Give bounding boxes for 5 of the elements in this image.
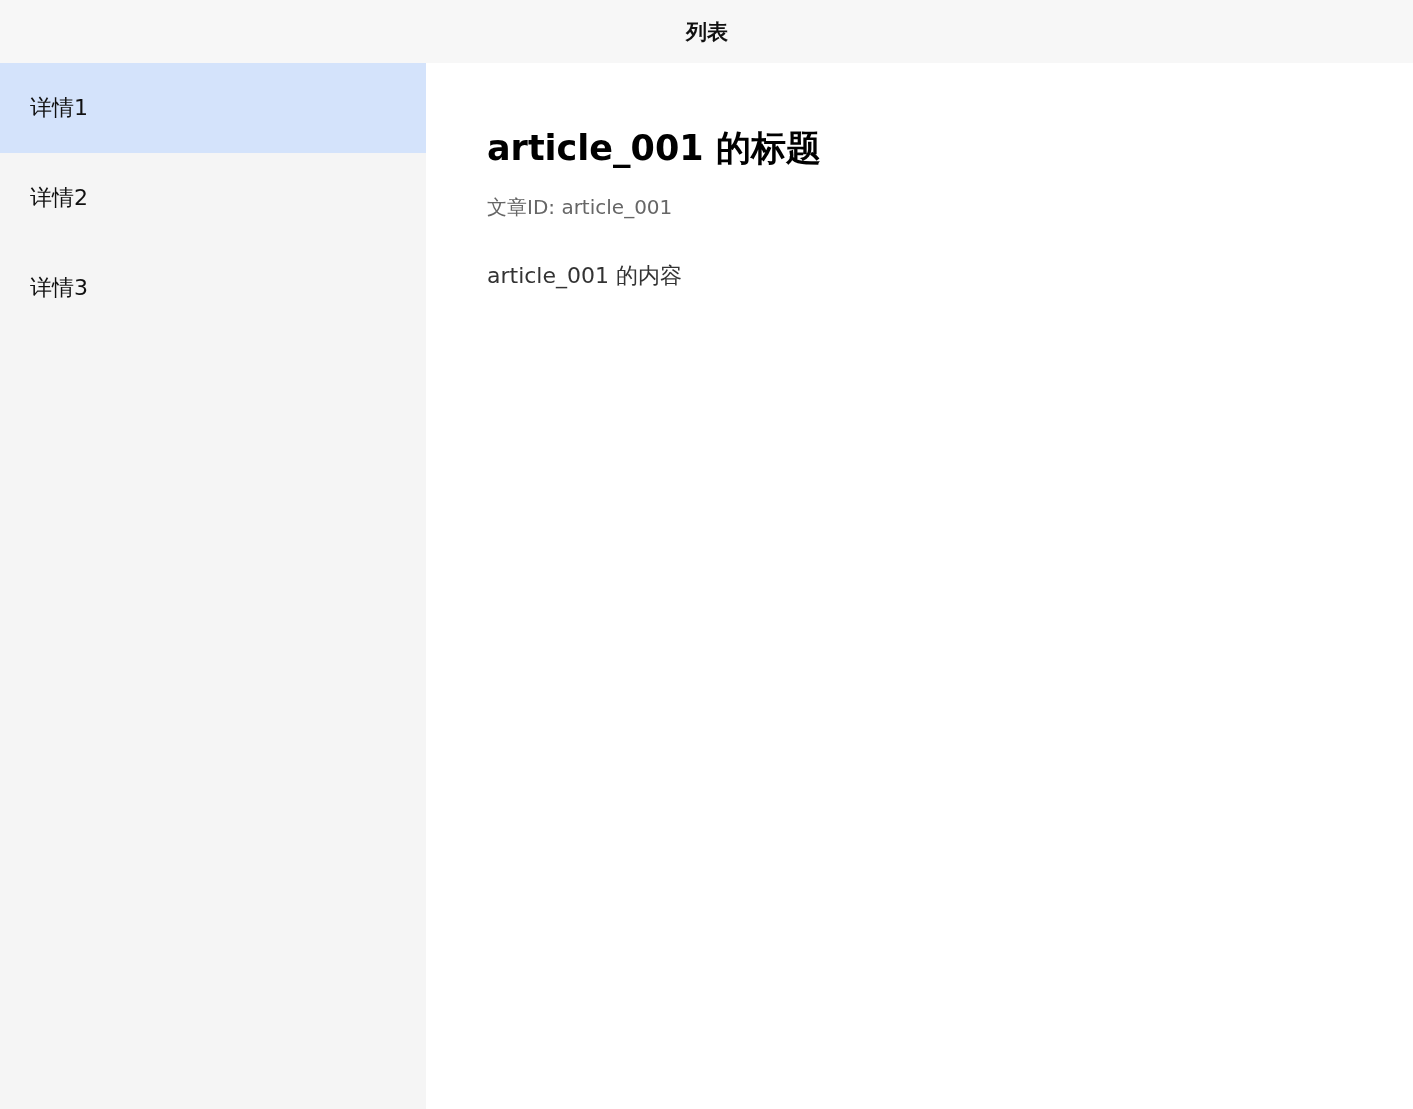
article-title: article_001 的标题 <box>487 127 822 170</box>
page-title: 列表 <box>685 18 728 46</box>
sidebar-item[interactable]: 详情1 <box>0 63 426 153</box>
article-body: article_001 的内容 <box>487 262 683 291</box>
article-id: 文章ID: article_001 <box>487 194 674 221</box>
